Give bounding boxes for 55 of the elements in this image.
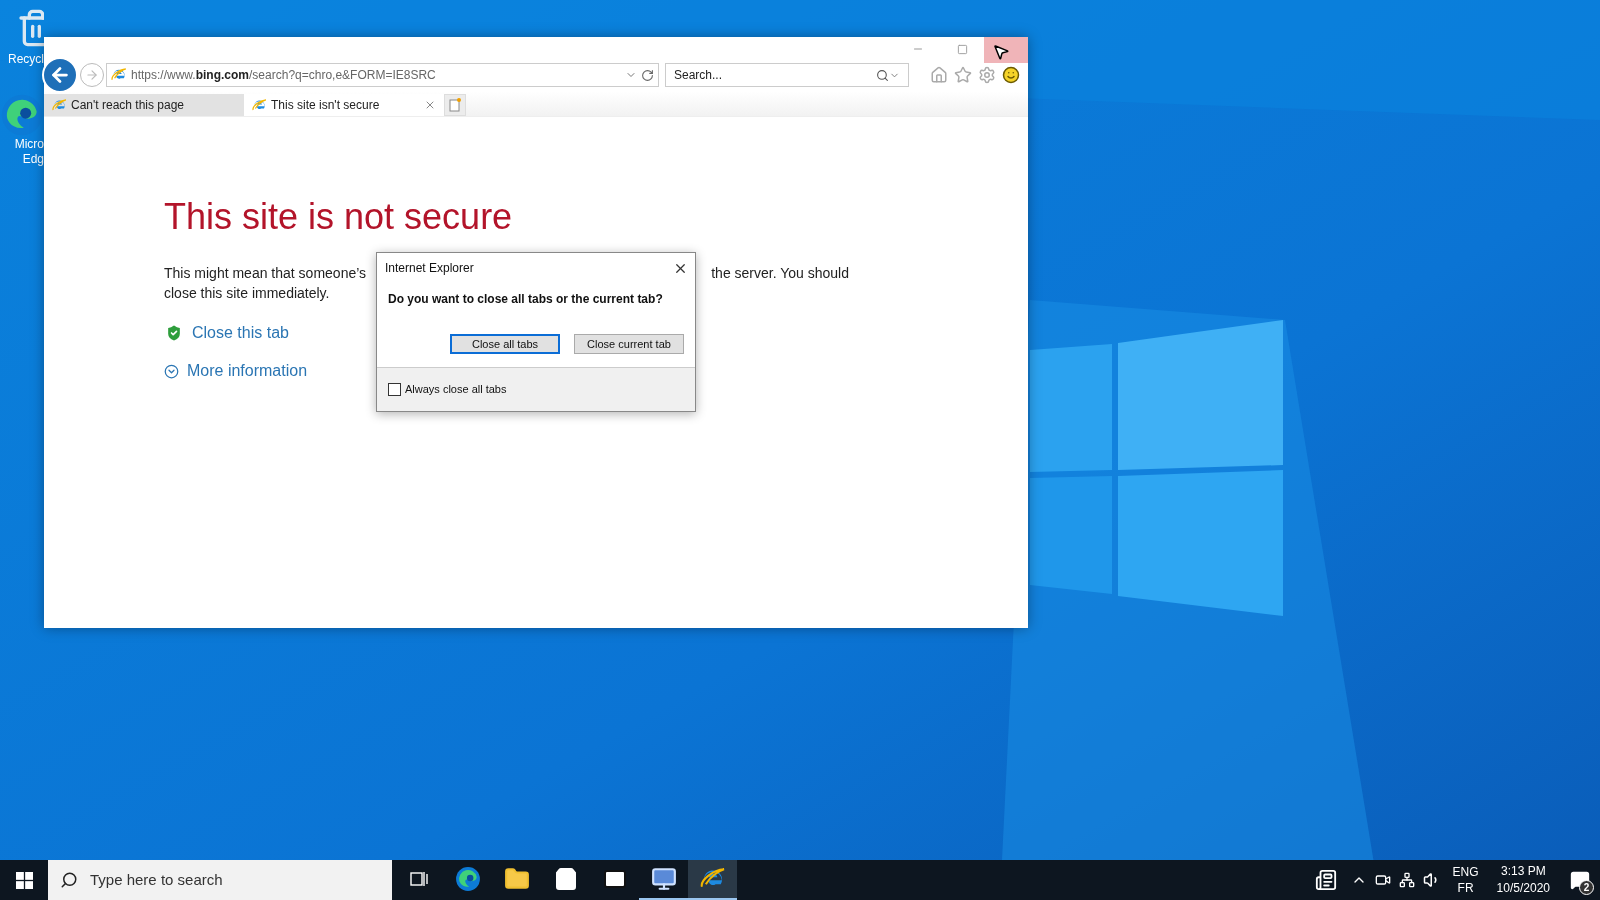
recycle-bin-icon[interactable]: [16, 8, 44, 48]
windows-logo-icon: [15, 871, 33, 889]
clock-time[interactable]: 3:13 PM: [1500, 863, 1546, 880]
page-link[interactable]: More information: [164, 359, 308, 383]
taskbar-search-field[interactable]: Type here to search: [48, 860, 392, 900]
ie-logo-icon: [52, 97, 67, 113]
dialog-question: Do you want to close all tabs or the current tab?: [388, 291, 664, 308]
page-link[interactable]: Close this tab: [164, 321, 289, 345]
desktop-icon-label[interactable]: Recycl: [8, 52, 44, 67]
refresh-icon[interactable]: [641, 68, 654, 82]
dialog-button[interactable]: Close all tabs: [450, 334, 560, 354]
network-icon[interactable]: [1398, 872, 1415, 888]
language-indicator[interactable]: FR: [1457, 880, 1474, 896]
desktop-icon-label[interactable]: Edg: [22, 152, 44, 167]
envelope-icon: [602, 867, 627, 891]
new-tab-icon: [449, 98, 461, 112]
forward-arrow-icon: [85, 68, 99, 82]
checkbox[interactable]: [388, 383, 401, 396]
search-field[interactable]: Search...: [665, 63, 909, 87]
taskbar-app-button[interactable]: [688, 860, 737, 900]
shopping-bag-icon: [553, 867, 578, 891]
browser-tab[interactable]: This site isn't secure: [244, 94, 444, 116]
checkbox-label[interactable]: Always close all tabs: [405, 381, 507, 398]
search-icon: [60, 871, 78, 889]
maximize-icon: [956, 43, 968, 55]
language-indicator[interactable]: ENG: [1452, 864, 1479, 880]
expand-icon: [164, 363, 179, 379]
clock-date[interactable]: 10/5/2020: [1496, 880, 1550, 897]
smiley-icon[interactable]: [1002, 66, 1020, 84]
favorites-star-icon[interactable]: [954, 66, 972, 84]
close-tab-icon[interactable]: [424, 99, 436, 111]
search-input[interactable]: Search...: [674, 66, 876, 84]
dialog-button[interactable]: Close current tab: [574, 334, 684, 354]
notification-count: 2: [1579, 880, 1594, 895]
warning-text: close this site immediately.: [164, 284, 330, 303]
camera-icon[interactable]: [1374, 872, 1391, 888]
monitor-icon: [650, 866, 677, 892]
address-url: https://www.bing.com/search?q=chro,e&FORM=IE8SRC: [131, 67, 436, 84]
close-button[interactable]: [984, 37, 1028, 63]
desktop-icon-label[interactable]: Micro: [14, 137, 44, 152]
address-bar[interactable]: https://www.bing.com/search?q=chro,e&FORM=IE8SRC: [106, 63, 659, 87]
mouse-cursor-icon: [992, 43, 1010, 61]
page-heading: This site is not secure: [164, 197, 514, 237]
warning-text: the server. You should: [711, 264, 849, 283]
search-input[interactable]: Type here to search: [90, 868, 380, 892]
search-icon[interactable]: [876, 68, 889, 82]
ie-logo-icon: [111, 67, 127, 83]
news-icon[interactable]: [1314, 869, 1337, 891]
warning-text: This might mean that someone’s: [164, 264, 367, 283]
folder-icon: [503, 866, 530, 892]
ie-logo-icon: [252, 97, 267, 113]
dialog-title: Internet Explorer: [385, 260, 474, 277]
task-view-icon: [408, 869, 429, 889]
edge-logo-icon: [454, 866, 481, 892]
browser-tab[interactable]: Can't reach this page: [44, 94, 244, 116]
